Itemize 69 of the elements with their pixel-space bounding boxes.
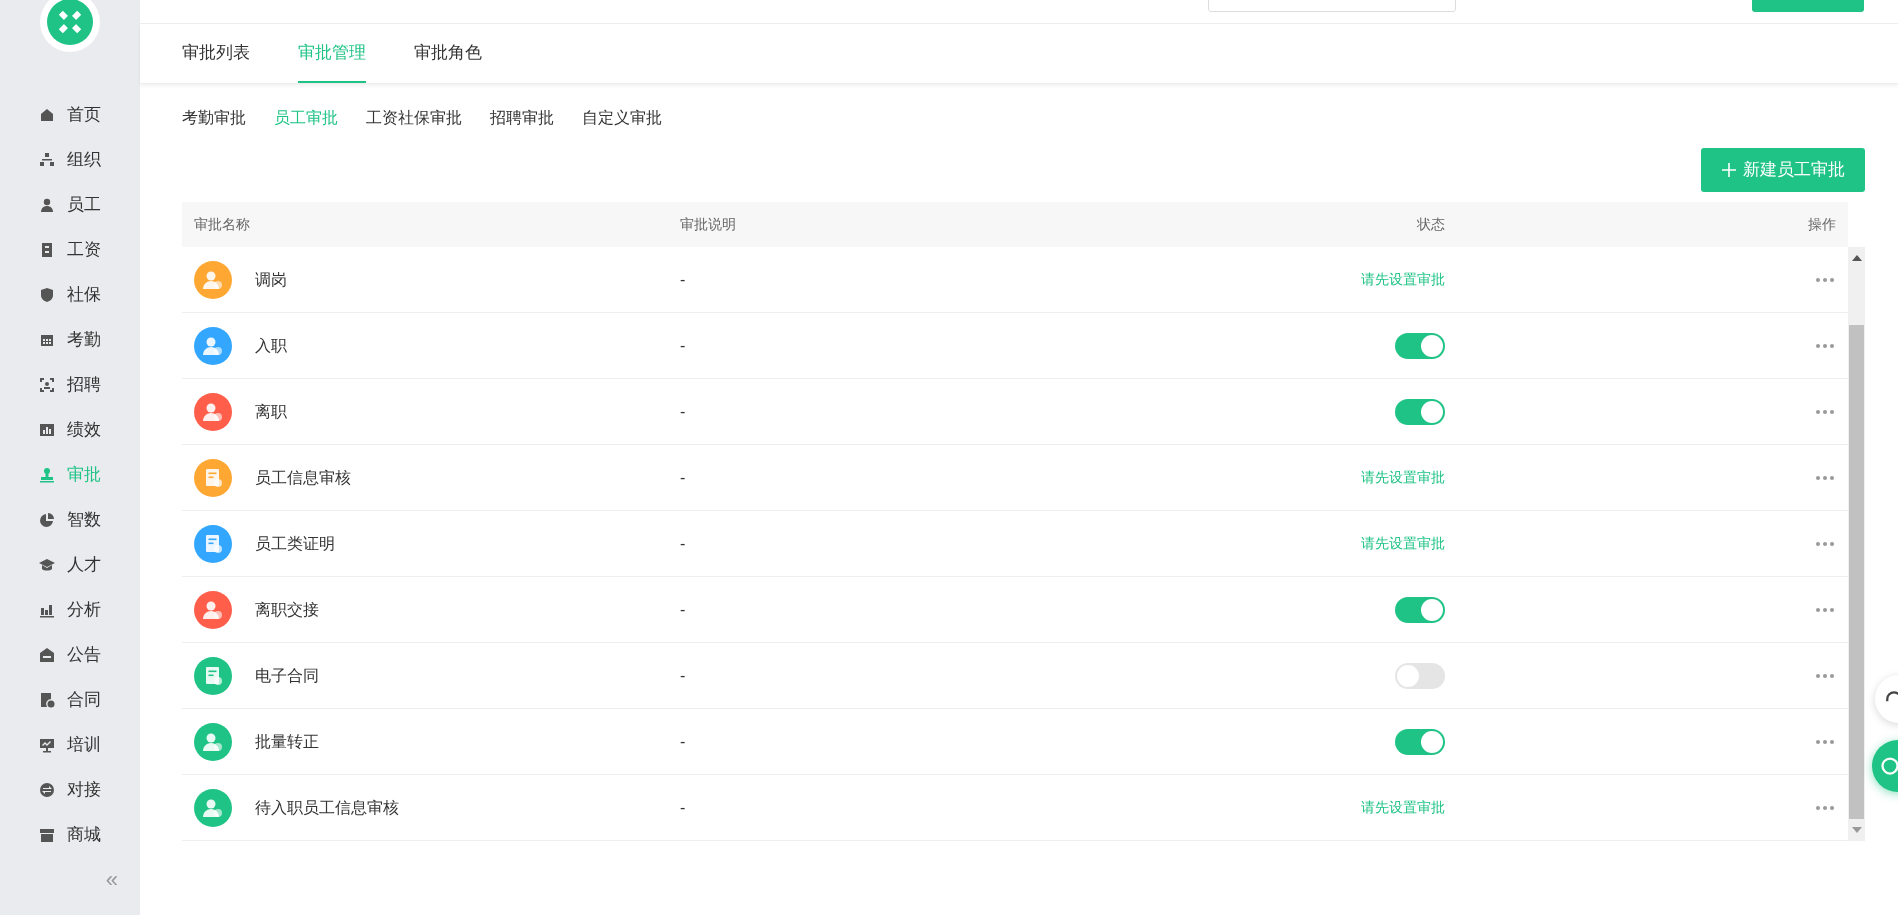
- cap-icon: [39, 556, 55, 573]
- scan-icon: [39, 376, 55, 393]
- approval-description: -: [680, 336, 686, 354]
- sidebar-item[interactable]: 对接: [39, 767, 101, 812]
- contract-icon: [39, 691, 55, 708]
- scroll-up-icon[interactable]: [1851, 255, 1862, 261]
- approval-description: -: [680, 402, 686, 420]
- scrollbar[interactable]: [1848, 247, 1865, 841]
- swap-icon: [39, 781, 55, 798]
- sidebar-item[interactable]: 公告: [39, 632, 101, 677]
- bars-icon: [39, 421, 55, 438]
- home-icon: [39, 106, 55, 123]
- sidebar-item[interactable]: 招聘: [39, 362, 101, 407]
- sidebar-item[interactable]: 考勤: [39, 317, 101, 362]
- sidebar-item[interactable]: 组织: [39, 137, 101, 182]
- org-icon: [39, 151, 55, 168]
- sidebar-item[interactable]: 分析: [39, 587, 101, 632]
- column-header: 审批说明: [680, 216, 736, 232]
- sidebar-item[interactable]: 首页: [39, 92, 101, 137]
- sidebar-item[interactable]: 工资: [39, 227, 101, 272]
- approval-name: 待入职员工信息审核: [255, 797, 399, 818]
- sidebar-item[interactable]: 人才: [39, 542, 101, 587]
- shield-icon: [39, 286, 55, 303]
- approval-name: 员工信息审核: [255, 467, 351, 488]
- approval-description: -: [680, 798, 686, 816]
- wage-icon: [39, 241, 55, 258]
- column-header: 状态: [1417, 215, 1445, 234]
- toggle-switch[interactable]: [1395, 662, 1445, 689]
- logo-icon: [40, 0, 100, 52]
- tab[interactable]: 审批角色: [414, 24, 482, 83]
- approval-name: 电子合同: [255, 665, 319, 686]
- toggle-switch[interactable]: [1395, 728, 1445, 755]
- sidebar-item[interactable]: 商城: [39, 812, 101, 857]
- pie-icon: [39, 511, 55, 528]
- approval-name: 员工类证明: [255, 533, 335, 554]
- sidebar-item[interactable]: 智数: [39, 497, 101, 542]
- approval-name: 调岗: [255, 269, 287, 290]
- approval-description: -: [680, 666, 686, 684]
- screen-icon: [39, 736, 55, 753]
- shop-icon: [39, 826, 55, 843]
- approval-description: -: [680, 534, 686, 552]
- approval-name: 批量转正: [255, 731, 319, 752]
- approval-description: -: [680, 600, 686, 618]
- sidebar-item[interactable]: 绩效: [39, 407, 101, 452]
- column-header: 操作: [1808, 215, 1837, 234]
- approval-name: 离职: [255, 401, 287, 422]
- column-header: 审批名称: [193, 215, 251, 234]
- subtab[interactable]: 招聘审批: [490, 106, 554, 130]
- subtab[interactable]: 工资社保审批: [366, 106, 462, 130]
- plus-icon: [1721, 162, 1737, 178]
- approval-name: 离职交接: [255, 599, 319, 620]
- tab[interactable]: 审批列表: [182, 24, 250, 83]
- toggle-switch[interactable]: [1395, 398, 1445, 425]
- approval-description: -: [680, 732, 686, 750]
- notice-icon: [39, 646, 55, 663]
- sidebar-item[interactable]: 合同: [39, 677, 101, 722]
- user-icon: [39, 196, 55, 213]
- toggle-switch[interactable]: [1395, 332, 1445, 359]
- stamp-icon: [39, 466, 55, 483]
- sidebar-item[interactable]: 社保: [39, 272, 101, 317]
- sidebar-item[interactable]: 培训: [39, 722, 101, 767]
- subtab[interactable]: 考勤审批: [182, 106, 246, 130]
- subtab[interactable]: 自定义审批: [582, 106, 662, 130]
- toggle-switch[interactable]: [1395, 596, 1445, 623]
- approval-description: -: [680, 468, 686, 486]
- approval-name: 入职: [255, 335, 287, 356]
- scroll-down-icon[interactable]: [1851, 827, 1862, 833]
- sidebar-item[interactable]: 员工: [39, 182, 101, 227]
- approval-description: -: [680, 270, 686, 288]
